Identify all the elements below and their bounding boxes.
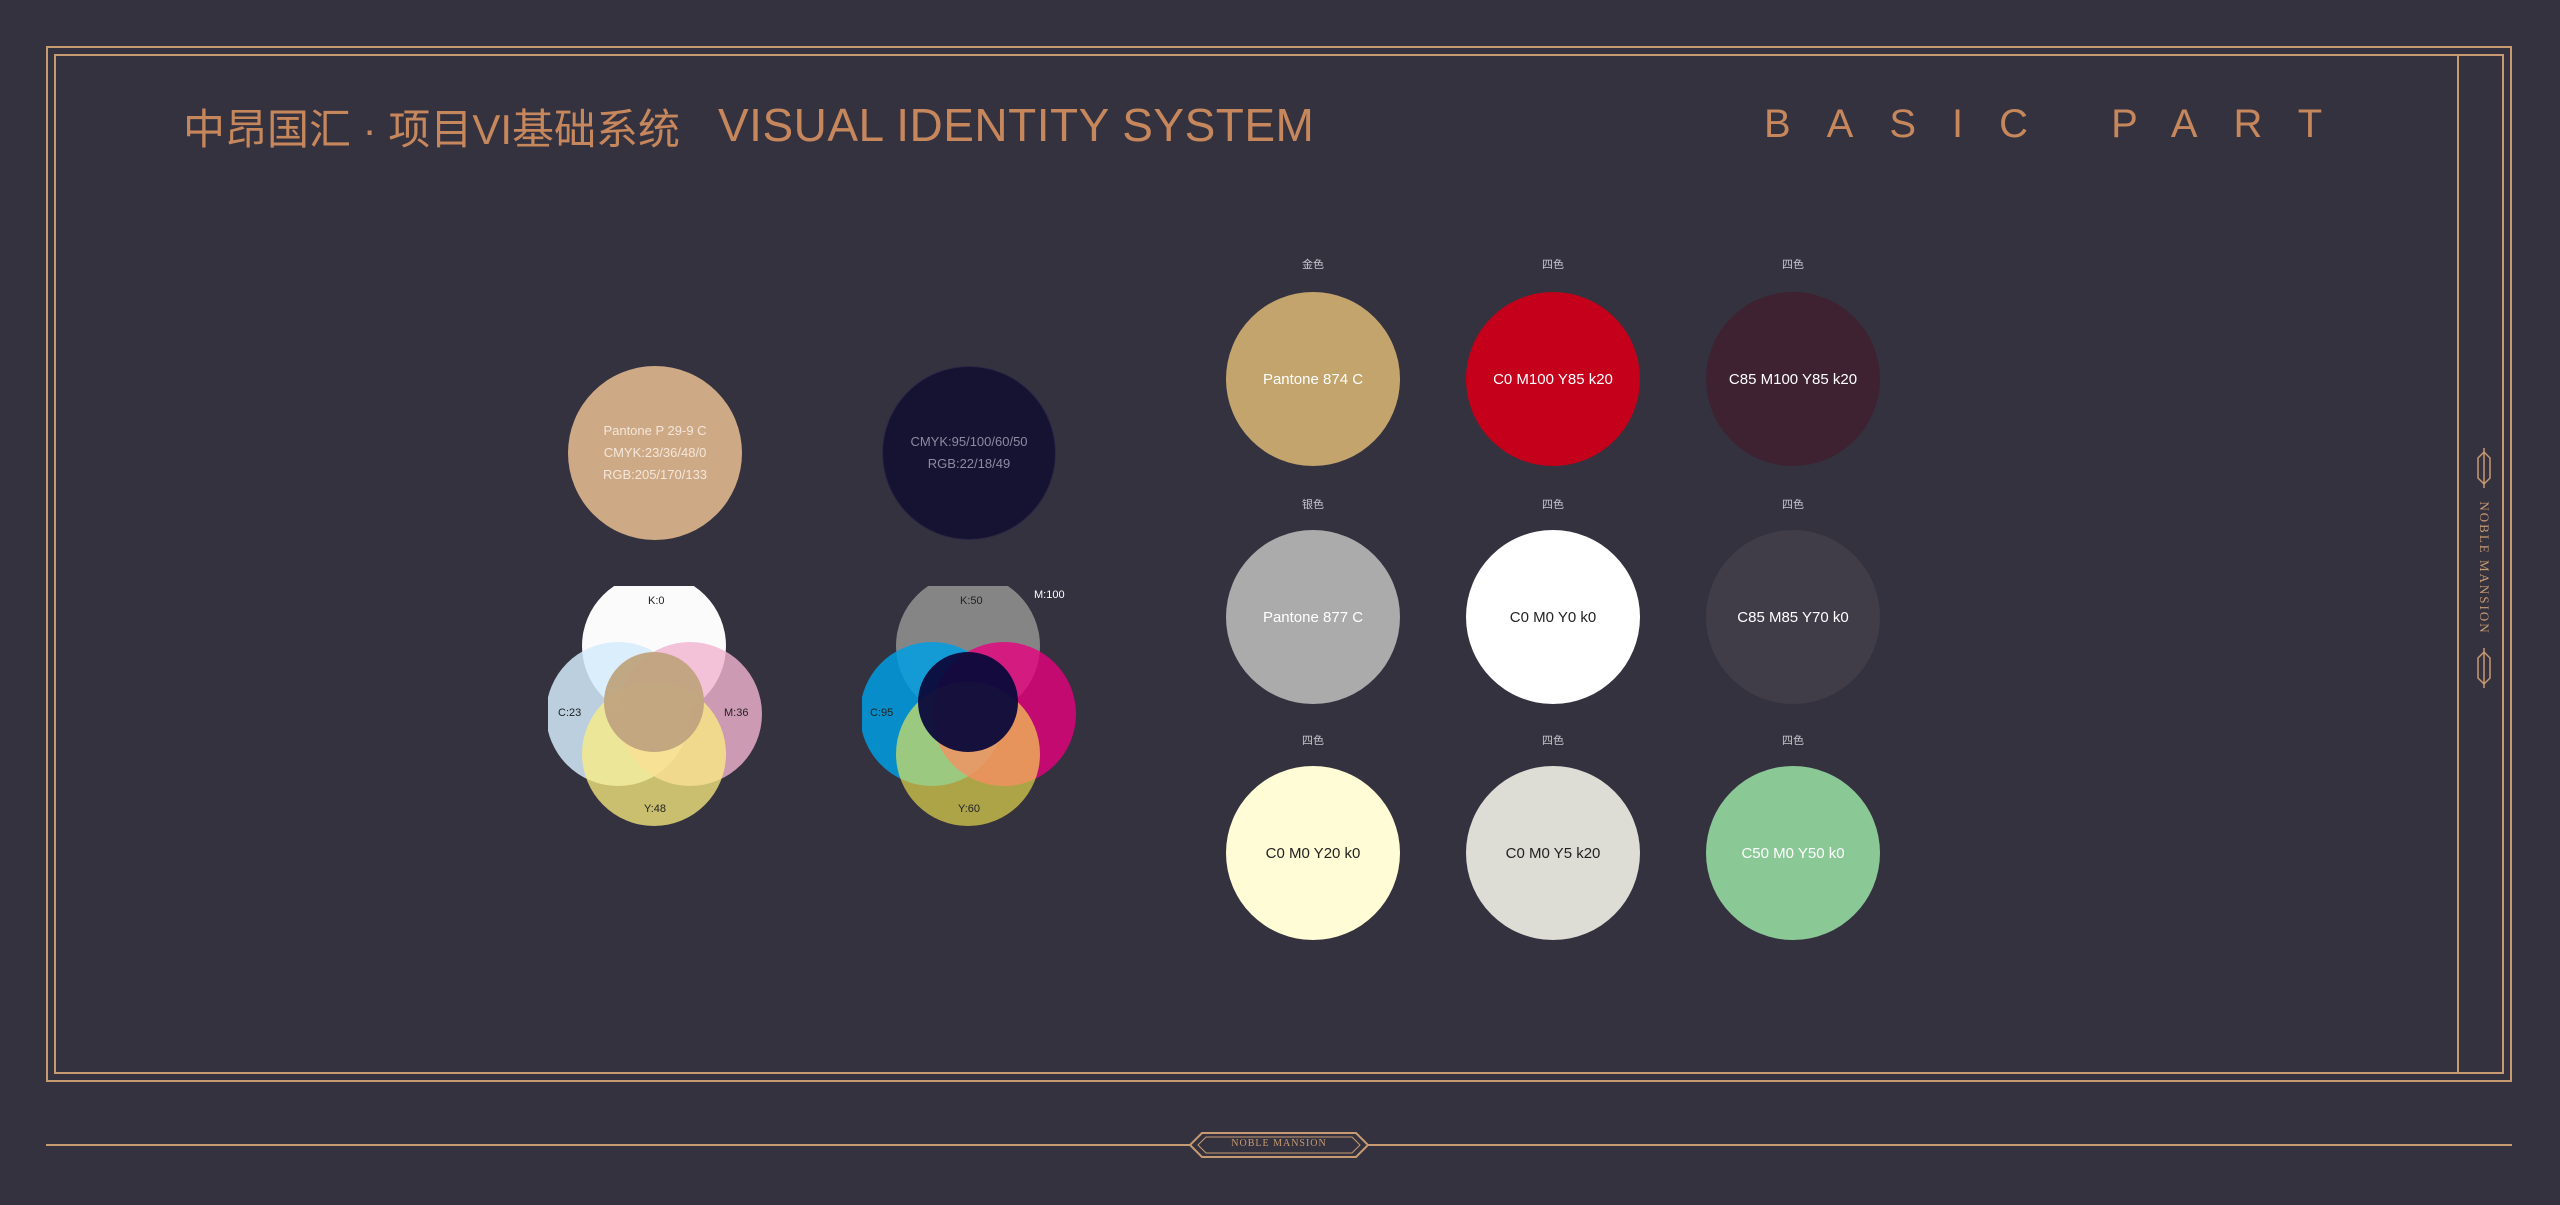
gold-standard-color: Pantone P 29-9 C CMYK:23/36/48/0 RGB:205… <box>568 366 742 540</box>
swatch-label: C50 M0 Y50 k0 <box>1741 844 1845 862</box>
swatch-label: C0 M0 Y20 k0 <box>1265 844 1361 862</box>
venn-y-label: Y:60 <box>958 803 980 815</box>
gold-pantone-text: Pantone P 29-9 C <box>603 423 707 438</box>
venn-c-label: C:23 <box>558 707 581 719</box>
swatch-category-label: 四色 <box>1542 735 1564 747</box>
gold-rgb-text: RGB:205/170/133 <box>602 467 708 482</box>
swatch-green: C50 M0 Y50 k0 <box>1706 766 1880 940</box>
swatch-pantone-874c: Pantone 874 C <box>1226 292 1400 466</box>
venn-center-circle <box>918 652 1018 752</box>
side-divider <box>2457 54 2459 1074</box>
swatch-dark-gray: C85 M85 Y70 k0 <box>1706 530 1880 704</box>
venn-k-label: K:50 <box>960 595 983 607</box>
gold-cmyk-text: CMYK:23/36/48/0 <box>603 445 707 460</box>
swatch-category-label: 四色 <box>1782 499 1804 511</box>
venn-center-circle <box>604 652 704 752</box>
bottom-brand-text: NOBLE MANSION <box>1231 1138 1327 1149</box>
navy-cmyk-venn: K:50 C:95 M:100 Y:60 <box>862 586 1076 826</box>
venn-k-label: K:0 <box>648 595 665 607</box>
swatch-burgundy: C85 M100 Y85 k20 <box>1706 292 1880 466</box>
navy-rgb-text: RGB:22/18/49 <box>927 456 1011 471</box>
page-title-en: VISUAL IDENTITY SYSTEM <box>718 99 1315 151</box>
section-title: BASIC PART <box>1764 102 2359 146</box>
venn-m-label: M:100 <box>1034 589 1065 601</box>
venn-m-label: M:36 <box>724 707 748 719</box>
swatch-cream: C0 M0 Y20 k0 <box>1226 766 1400 940</box>
swatch-label: Pantone 877 C <box>1262 608 1364 626</box>
swatch-label: C85 M100 Y85 k20 <box>1728 370 1858 388</box>
gold-cmyk-venn: K:0 C:23 M:36 Y:48 <box>548 586 762 826</box>
swatch-category-label: 四色 <box>1782 735 1804 747</box>
swatch-category-label: 四色 <box>1782 259 1804 271</box>
swatch-label: C0 M0 Y0 k0 <box>1509 608 1597 626</box>
swatch-white: C0 M0 Y0 k0 <box>1466 530 1640 704</box>
side-brand-text: NOBLE MANSION <box>2477 501 2492 635</box>
venn-y-label: Y:48 <box>644 803 666 815</box>
swatch-pantone-877c: Pantone 877 C <box>1226 530 1400 704</box>
swatch-category-label: 银色 <box>1302 499 1324 511</box>
swatch-label: C85 M85 Y70 k0 <box>1737 608 1849 626</box>
swatch-category-label: 四色 <box>1542 499 1564 511</box>
navy-cmyk-text: CMYK:95/100/60/50 <box>910 434 1028 449</box>
navy-standard-color: CMYK:95/100/60/50 RGB:22/18/49 <box>882 366 1056 540</box>
venn-c-label: C:95 <box>870 707 893 719</box>
swatch-light-gray: C0 M0 Y5 k20 <box>1466 766 1640 940</box>
swatch-red: C0 M100 Y85 k20 <box>1466 292 1640 466</box>
swatch-label: C0 M0 Y5 k20 <box>1505 844 1601 862</box>
swatch-label: Pantone 874 C <box>1262 370 1364 388</box>
page-title-cn: 中昂国汇 · 项目VI基础系统 <box>183 106 681 153</box>
swatch-category-label: 四色 <box>1542 259 1564 271</box>
swatch-category-label: 金色 <box>1302 259 1324 271</box>
swatch-label: C0 M100 Y85 k20 <box>1493 370 1613 388</box>
swatch-category-label: 四色 <box>1302 735 1324 747</box>
